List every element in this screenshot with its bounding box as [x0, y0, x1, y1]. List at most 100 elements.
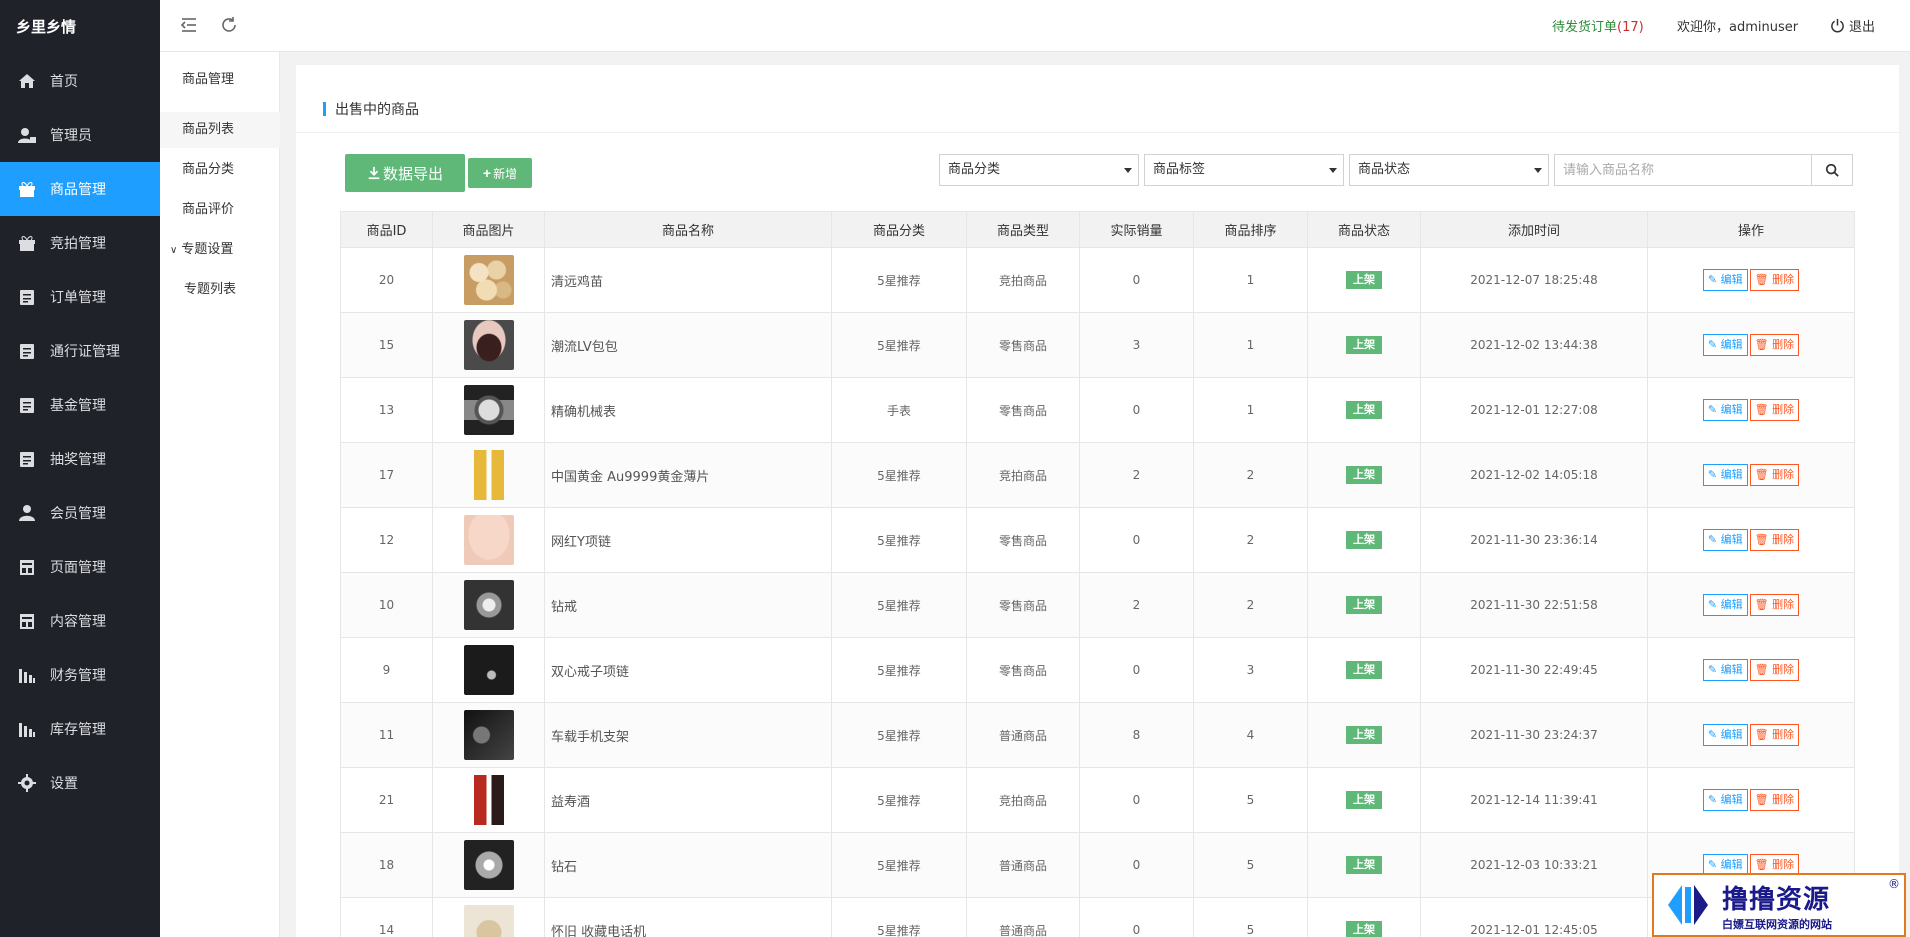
sidebar-item-5[interactable]: 通行证管理	[0, 324, 160, 378]
status-badge[interactable]: 上架	[1346, 726, 1382, 744]
sidebar-item-10[interactable]: 内容管理	[0, 594, 160, 648]
submenu-group-topic[interactable]: ∨ 专题设置	[170, 232, 233, 268]
delete-button[interactable]: 🗑 删除	[1749, 529, 1800, 551]
category-select-value: 商品分类	[948, 162, 1001, 177]
status-badge[interactable]: 上架	[1346, 661, 1382, 679]
sidebar-item-1[interactable]: 管理员	[0, 108, 160, 162]
product-id: 14	[340, 897, 433, 937]
sidebar-item-label: 会员管理	[50, 506, 106, 522]
finance-icon	[18, 666, 36, 684]
edit-button[interactable]: ✎ 编辑	[1702, 399, 1748, 421]
add-label: 新增	[493, 166, 518, 181]
edit-button[interactable]: ✎ 编辑	[1702, 789, 1748, 811]
sidebar-item-11[interactable]: 财务管理	[0, 648, 160, 702]
product-image	[432, 247, 545, 313]
product-name: 潮流LV包包	[544, 312, 832, 378]
pencil-icon: ✎	[1707, 468, 1718, 481]
status-badge[interactable]: 上架	[1346, 336, 1382, 354]
product-table: 商品ID 商品图片 商品名称 商品分类 商品类型 实际销量 商品排序 商品状态 添加时间 操作 2…	[340, 211, 1855, 937]
delete-label: 删除	[1772, 793, 1795, 806]
tag-select[interactable]: 商品标签	[1144, 154, 1344, 186]
product-status: 上架	[1307, 897, 1421, 937]
delete-button[interactable]: 🗑 删除	[1749, 789, 1800, 811]
product-status: 上架	[1307, 832, 1421, 898]
status-badge[interactable]: 上架	[1346, 401, 1382, 419]
refresh-icon[interactable]	[220, 16, 240, 36]
product-name: 网红Y项链	[544, 507, 832, 573]
brand-logo[interactable]: 乡里乡情	[0, 0, 160, 54]
product-thumbnail	[463, 515, 514, 565]
add-button[interactable]: + 新增	[468, 158, 532, 188]
pending-orders-link[interactable]: 待发货订单(17)	[1552, 16, 1644, 35]
sidebar-item-label: 设置	[50, 776, 78, 792]
sidebar-item-13[interactable]: 设置	[0, 756, 160, 810]
submenu-item-product-list[interactable]: 商品列表	[160, 112, 280, 148]
sidebar-item-2[interactable]: 商品管理	[0, 162, 160, 216]
status-badge[interactable]: 上架	[1346, 466, 1382, 484]
status-badge[interactable]: 上架	[1346, 596, 1382, 614]
delete-button[interactable]: 🗑 删除	[1749, 594, 1800, 616]
product-type: 零售商品	[966, 377, 1080, 443]
search-input[interactable]	[1554, 154, 1812, 186]
chevron-down-icon	[1329, 168, 1337, 173]
product-sales: 0	[1079, 897, 1194, 937]
sidebar-item-label: 基金管理	[50, 398, 106, 414]
status-badge[interactable]: 上架	[1346, 856, 1382, 874]
sidebar-item-label: 通行证管理	[50, 344, 120, 360]
status-badge[interactable]: 上架	[1346, 271, 1382, 289]
search-button[interactable]	[1811, 154, 1853, 186]
delete-button[interactable]: 🗑 删除	[1749, 399, 1800, 421]
column-header: 操作	[1647, 211, 1855, 248]
sidebar-item-7[interactable]: 抽奖管理	[0, 432, 160, 486]
product-sales: 0	[1079, 507, 1194, 573]
edit-button[interactable]: ✎ 编辑	[1702, 594, 1748, 616]
edit-button[interactable]: ✎ 编辑	[1702, 529, 1748, 551]
trash-icon: 🗑	[1754, 663, 1769, 676]
submenu-item-product-category[interactable]: 商品分类	[160, 152, 280, 188]
submenu-item-topic-list[interactable]: 专题列表	[160, 272, 280, 308]
delete-button[interactable]: 🗑 删除	[1749, 334, 1800, 356]
product-name: 双心戒子项链	[544, 637, 832, 703]
edit-button[interactable]: ✎ 编辑	[1702, 269, 1748, 291]
status-select[interactable]: 商品状态	[1349, 154, 1549, 186]
sidebar-item-8[interactable]: 会员管理	[0, 486, 160, 540]
product-name: 中国黄金 Au9999黄金薄片	[544, 442, 832, 508]
product-time: 2021-11-30 22:51:58	[1420, 572, 1648, 638]
status-badge[interactable]: 上架	[1346, 921, 1382, 937]
sidebar-item-3[interactable]: 竞拍管理	[0, 216, 160, 270]
submenu-item-product-review[interactable]: 商品评价	[160, 192, 280, 228]
table-row: 10 钻戒 5星推荐 零售商品 2 2 上架 2021-11-30 22:51:58 ✎ 编辑 🗑…	[340, 572, 1855, 638]
product-actions: ✎ 编辑🗑 删除	[1647, 247, 1855, 313]
edit-button[interactable]: ✎ 编辑	[1702, 659, 1748, 681]
edit-button[interactable]: ✎ 编辑	[1702, 464, 1748, 486]
delete-button[interactable]: 🗑 删除	[1749, 464, 1800, 486]
sidebar-item-6[interactable]: 基金管理	[0, 378, 160, 432]
delete-button[interactable]: 🗑 删除	[1749, 269, 1800, 291]
product-status: 上架	[1307, 247, 1421, 313]
edit-label: 编辑	[1720, 858, 1743, 871]
product-image	[432, 442, 545, 508]
table-row: 15 潮流LV包包 5星推荐 零售商品 3 1 上架 2021-12-02 13:44:38 ✎…	[340, 312, 1855, 378]
sidebar-item-label: 页面管理	[50, 560, 106, 576]
delete-button[interactable]: 🗑 删除	[1749, 659, 1800, 681]
export-button[interactable]: 数据导出	[345, 154, 465, 192]
sidebar-item-label: 首页	[50, 74, 78, 90]
sidebar-item-9[interactable]: 页面管理	[0, 540, 160, 594]
gift-icon	[18, 180, 36, 198]
product-sales: 2	[1079, 442, 1194, 508]
product-image	[432, 767, 545, 833]
collapse-menu-icon[interactable]	[180, 16, 200, 36]
status-badge[interactable]: 上架	[1346, 531, 1382, 549]
sidebar-item-4[interactable]: 订单管理	[0, 270, 160, 324]
edit-button[interactable]: ✎ 编辑	[1702, 724, 1748, 746]
category-select[interactable]: 商品分类	[939, 154, 1139, 186]
trash-icon: 🗑	[1754, 338, 1769, 351]
column-header: 添加时间	[1420, 211, 1648, 248]
sidebar-item-0[interactable]: 首页	[0, 54, 160, 108]
sidebar-item-12[interactable]: 库存管理	[0, 702, 160, 756]
delete-button[interactable]: 🗑 删除	[1749, 724, 1800, 746]
logout-button[interactable]: 退出	[1830, 16, 1875, 35]
edit-button[interactable]: ✎ 编辑	[1702, 334, 1748, 356]
product-thumbnail	[463, 580, 514, 630]
status-badge[interactable]: 上架	[1346, 791, 1382, 809]
